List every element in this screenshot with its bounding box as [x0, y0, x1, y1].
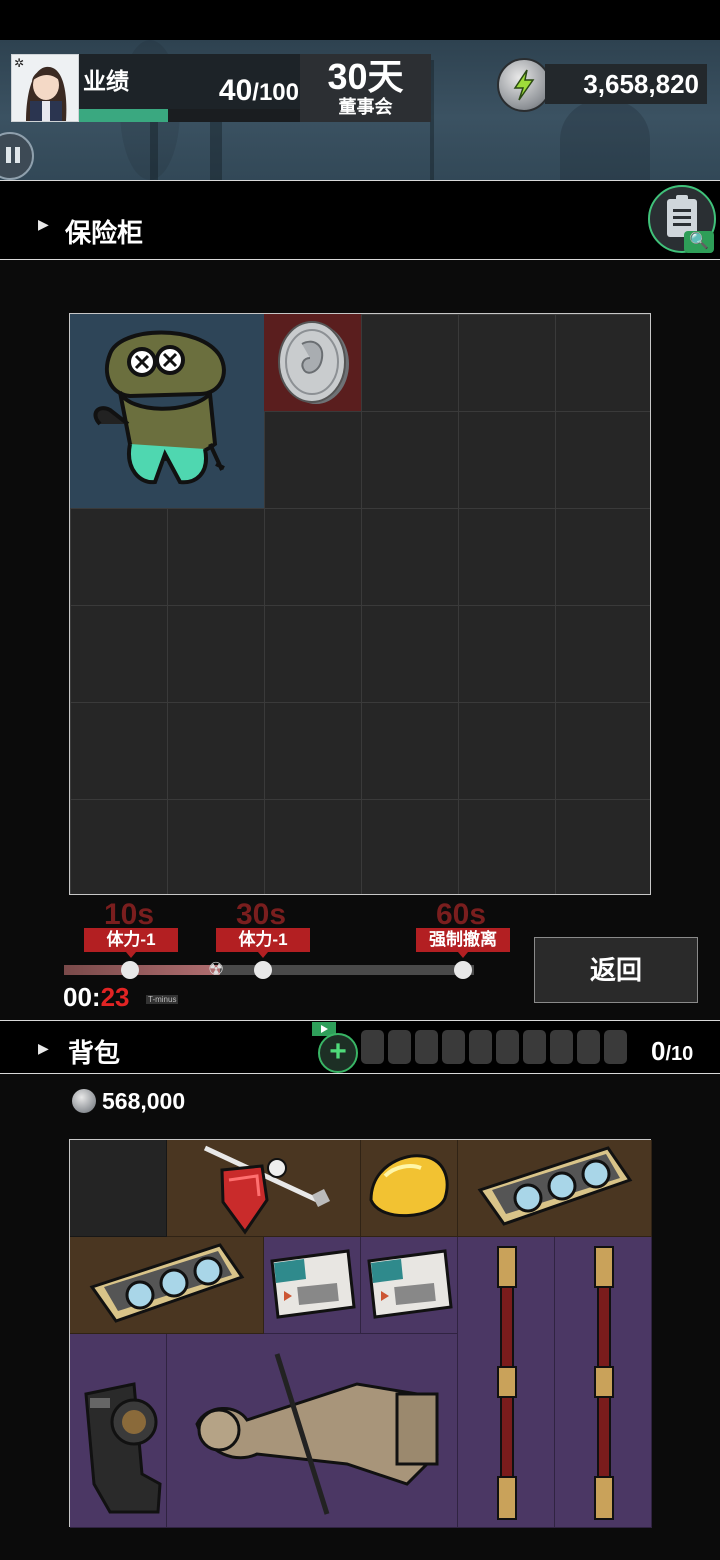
radiation-icon: ☢ [208, 959, 225, 979]
backpack-item-graphics-card[interactable] [458, 1140, 652, 1237]
milestone-time-2: 30s [236, 898, 287, 931]
settings-gear-icon[interactable]: ✲ [14, 56, 24, 70]
backpack-item-graphics-card[interactable] [70, 1237, 264, 1334]
currency-total: 3,658,820 [545, 64, 707, 104]
player-avatar[interactable]: ✲ [11, 54, 79, 122]
elapsed-clock: 00:23 [63, 982, 130, 1012]
film-ticket-icon [367, 1249, 453, 1319]
ornate-staff-icon [594, 1246, 614, 1520]
tminus-label: T-minus [146, 995, 179, 1004]
safe-section-header[interactable]: ▶ 保险柜 [0, 180, 720, 260]
days-panel: 30天 董事会 [300, 54, 431, 122]
days-remaining: 30天 [327, 56, 404, 97]
backpack-title: 背包 [68, 1038, 121, 1068]
milestone-marker-3 [454, 961, 472, 979]
search-icon: 🔍 [684, 231, 714, 253]
milestone-effect-2: 体力-1 [216, 928, 310, 958]
terracotta-statue-icon [195, 1353, 439, 1515]
milestone-marker-1 [121, 961, 139, 979]
backpack-money: 568,000 [72, 1088, 185, 1115]
backpack-item-ruby-pick[interactable] [167, 1140, 361, 1237]
milestone-effect-3: 强制撤离 [416, 928, 510, 958]
return-button[interactable]: 返回 [534, 937, 698, 1003]
camera-icon [84, 1382, 162, 1514]
board-meeting-label: 董事会 [338, 97, 393, 117]
evac-timer: 10s 30s 60s 体力-1 体力-1 强制撤离 ☢ 00:23 T-min… [60, 896, 530, 1012]
safe-item-frog-soldier[interactable] [70, 314, 264, 508]
backpack-item-ornate-staff[interactable] [555, 1237, 652, 1528]
add-slot-button[interactable]: + [318, 1033, 358, 1073]
safe-grid[interactable] [69, 313, 651, 895]
milestone-effect-1: 体力-1 [84, 928, 178, 958]
status-bar [0, 0, 720, 40]
backpack-capacity: 0/10 [651, 1036, 694, 1066]
backpack-item-camera[interactable] [70, 1334, 167, 1528]
top-hud: ✲ 业绩 40/100 30天 董事会 3,658,820 [0, 40, 720, 180]
milestone-marker-2 [254, 961, 272, 979]
film-ticket-icon [270, 1249, 356, 1319]
ornate-staff-icon [497, 1246, 517, 1520]
backpack-grid[interactable] [69, 1139, 652, 1528]
performance-panel: 业绩 40/100 [79, 54, 301, 122]
milestone-time-3: 60s [436, 898, 487, 931]
backpack-item-gold-bun[interactable] [361, 1140, 458, 1237]
silver-coin-icon [278, 321, 349, 404]
milestone-time-1: 10s [104, 898, 155, 931]
energy-coin-icon [497, 58, 551, 112]
empty-slot[interactable] [70, 1140, 167, 1237]
safe-item-silver-coin[interactable] [264, 314, 361, 411]
timer-track-fill [64, 965, 220, 975]
performance-bar [79, 109, 301, 122]
expand-triangle-icon: ▶ [38, 216, 49, 232]
coin-icon [72, 1089, 96, 1113]
ruby-pick-icon [203, 1145, 330, 1235]
item-log-button[interactable]: 🔍 [648, 185, 716, 253]
gold-bun-icon [369, 1154, 449, 1218]
safe-title: 保险柜 [65, 218, 144, 248]
performance-value: 40/100 [218, 74, 299, 107]
backpack-item-film-ticket[interactable] [264, 1237, 361, 1334]
backpack-item-ornate-staff[interactable] [458, 1237, 555, 1528]
frog-soldier-icon [93, 330, 226, 485]
performance-label: 业绩 [83, 68, 129, 94]
graphics-card-icon [89, 1243, 245, 1323]
expand-triangle-icon: ▶ [38, 1040, 49, 1056]
performance-bar-fill [79, 109, 168, 122]
graphics-card-icon [477, 1146, 633, 1226]
backpack-item-terracotta-statue[interactable] [167, 1334, 458, 1528]
backpack-item-film-ticket[interactable] [361, 1237, 458, 1334]
